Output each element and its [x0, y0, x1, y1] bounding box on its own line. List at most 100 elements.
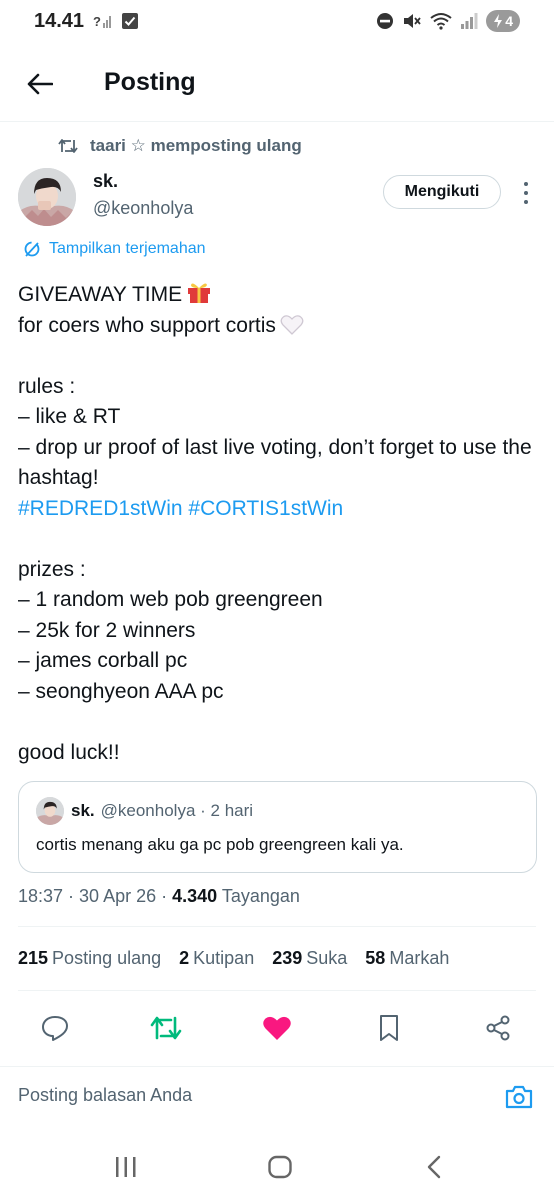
views-label: Tayangan — [217, 886, 300, 906]
quote-avatar-image — [36, 797, 64, 825]
quote-handle-time: @keonholya · 2 hari — [100, 801, 254, 820]
tweet-line: good luck!! — [18, 740, 120, 764]
battery-charging-icon — [494, 14, 503, 28]
system-back-button[interactable] — [414, 1152, 454, 1182]
camera-button[interactable] — [503, 1081, 535, 1113]
repost-button[interactable] — [146, 1008, 186, 1048]
stat-count: 215 — [18, 948, 49, 968]
tweet-line: rules : — [18, 374, 76, 398]
status-bar: 14.41 ? 4 — [0, 0, 554, 44]
avatar-image — [18, 168, 76, 226]
quote-avatar — [36, 797, 64, 825]
stat-bookmarks[interactable]: 58 Markah — [365, 948, 449, 969]
gift-emoji-icon — [188, 283, 211, 303]
hashtag-link[interactable]: #CORTIS1stWin — [188, 497, 343, 520]
like-button[interactable] — [257, 1008, 297, 1048]
tweet-text: GIVEAWAY TIME for coers who support cort… — [18, 280, 538, 768]
repost-icon — [58, 139, 78, 153]
home-button[interactable] — [260, 1152, 300, 1182]
translate-link[interactable]: Tampilkan terjemahan — [23, 240, 206, 258]
back-button[interactable] — [22, 66, 58, 102]
svg-text:?: ? — [93, 14, 101, 29]
author-name[interactable]: sk. — [93, 171, 118, 192]
page-title: Posting — [104, 68, 196, 96]
system-nav-bar — [0, 1140, 554, 1200]
more-dot-icon — [524, 182, 528, 186]
time-date: 18:37 · 30 Apr 26 · — [18, 886, 173, 906]
chevron-left-icon — [427, 1155, 441, 1179]
stat-label: Posting ulang — [52, 948, 162, 968]
tweet-line: prizes : — [18, 557, 86, 581]
stat-label: Suka — [306, 948, 348, 968]
battery-level: 4 — [505, 13, 513, 29]
repost-context[interactable]: taari ☆ memposting ulang — [58, 136, 302, 156]
action-bar — [0, 1008, 554, 1048]
status-left-icons: ? — [93, 12, 139, 30]
home-icon — [268, 1155, 292, 1179]
bookmark-button[interactable] — [369, 1008, 409, 1048]
tweet-line: – drop ur proof of last live voting, don… — [18, 435, 532, 490]
share-button[interactable] — [478, 1008, 518, 1048]
bookmark-icon — [380, 1015, 398, 1041]
recent-apps-button[interactable] — [106, 1152, 146, 1182]
more-options-button[interactable] — [516, 180, 536, 206]
quote-author-name: sk. — [71, 801, 95, 820]
battery-indicator: 4 — [486, 10, 520, 32]
translate-label: Tampilkan terjemahan — [49, 240, 206, 257]
camera-icon — [505, 1085, 533, 1109]
stat-count: 58 — [365, 948, 386, 968]
divider — [18, 990, 536, 991]
divider — [18, 926, 536, 927]
stat-quotes[interactable]: 2 Kutipan — [179, 948, 254, 969]
quoted-post[interactable]: sk. @keonholya · 2 hari cortis menang ak… — [18, 781, 537, 873]
status-right-icons: 4 — [376, 10, 520, 32]
tweet-line-text: GIVEAWAY TIME — [18, 283, 183, 306]
stat-count: 239 — [272, 948, 303, 968]
translate-icon — [24, 241, 40, 257]
tweet-line: – 1 random web pob greengreen — [18, 588, 323, 611]
stat-likes[interactable]: 239 Suka — [272, 948, 347, 969]
stat-count: 2 — [179, 948, 190, 968]
following-button[interactable]: Mengikuti — [383, 175, 501, 209]
back-arrow-icon — [27, 73, 53, 95]
notification-check-icon — [122, 13, 138, 29]
tweet-line: for coers who support cortis — [18, 311, 538, 342]
wifi-calling-icon: ? — [93, 14, 111, 29]
recent-apps-icon — [116, 1157, 136, 1177]
quote-text: cortis menang aku ga pc pob greengreen k… — [36, 835, 404, 854]
engagement-stats: 215 Posting ulang 2 Kutipan 239 Suka 58 Mark… — [18, 948, 467, 969]
reply-composer[interactable]: Posting balasan Anda — [0, 1066, 554, 1128]
reply-input[interactable]: Posting balasan Anda — [18, 1085, 192, 1106]
quote-header: sk. @keonholya · 2 hari — [71, 801, 253, 821]
tweet-line-text: for coers who support cortis — [18, 313, 276, 337]
wifi-icon — [430, 13, 452, 30]
more-dot-icon — [524, 191, 528, 195]
hashtag-link[interactable]: #REDRED1stWin — [18, 497, 183, 520]
repost-text: taari ☆ memposting ulang — [90, 136, 302, 155]
stat-label: Markah — [389, 948, 450, 968]
share-icon — [486, 1015, 510, 1041]
avatar[interactable] — [18, 168, 76, 226]
signal-icon — [461, 13, 478, 29]
tweet-line: – 25k for 2 winners — [18, 618, 196, 642]
post-timestamp: 18:37 · 30 Apr 26 · 4.340 Tayangan — [18, 886, 300, 907]
white-heart-emoji-icon — [280, 314, 304, 335]
stat-reposts[interactable]: 215 Posting ulang — [18, 948, 161, 969]
views-count: 4.340 — [172, 886, 218, 906]
tweet-line: GIVEAWAY TIME — [18, 280, 538, 311]
status-time: 14.41 — [34, 10, 85, 32]
repost-icon — [150, 1016, 182, 1040]
mute-icon — [404, 14, 421, 28]
author-handle[interactable]: @keonholya — [93, 198, 193, 219]
reply-icon — [42, 1016, 68, 1041]
tweet-line: – like & RT — [18, 405, 121, 428]
tweet-line: – james corball pc — [18, 649, 188, 672]
reply-button[interactable] — [35, 1008, 75, 1048]
tweet-hashtags: #REDRED1stWin #CORTIS1stWin — [18, 494, 538, 525]
stat-label: Kutipan — [193, 948, 255, 968]
dnd-icon — [377, 13, 394, 29]
header: Posting — [0, 44, 554, 122]
